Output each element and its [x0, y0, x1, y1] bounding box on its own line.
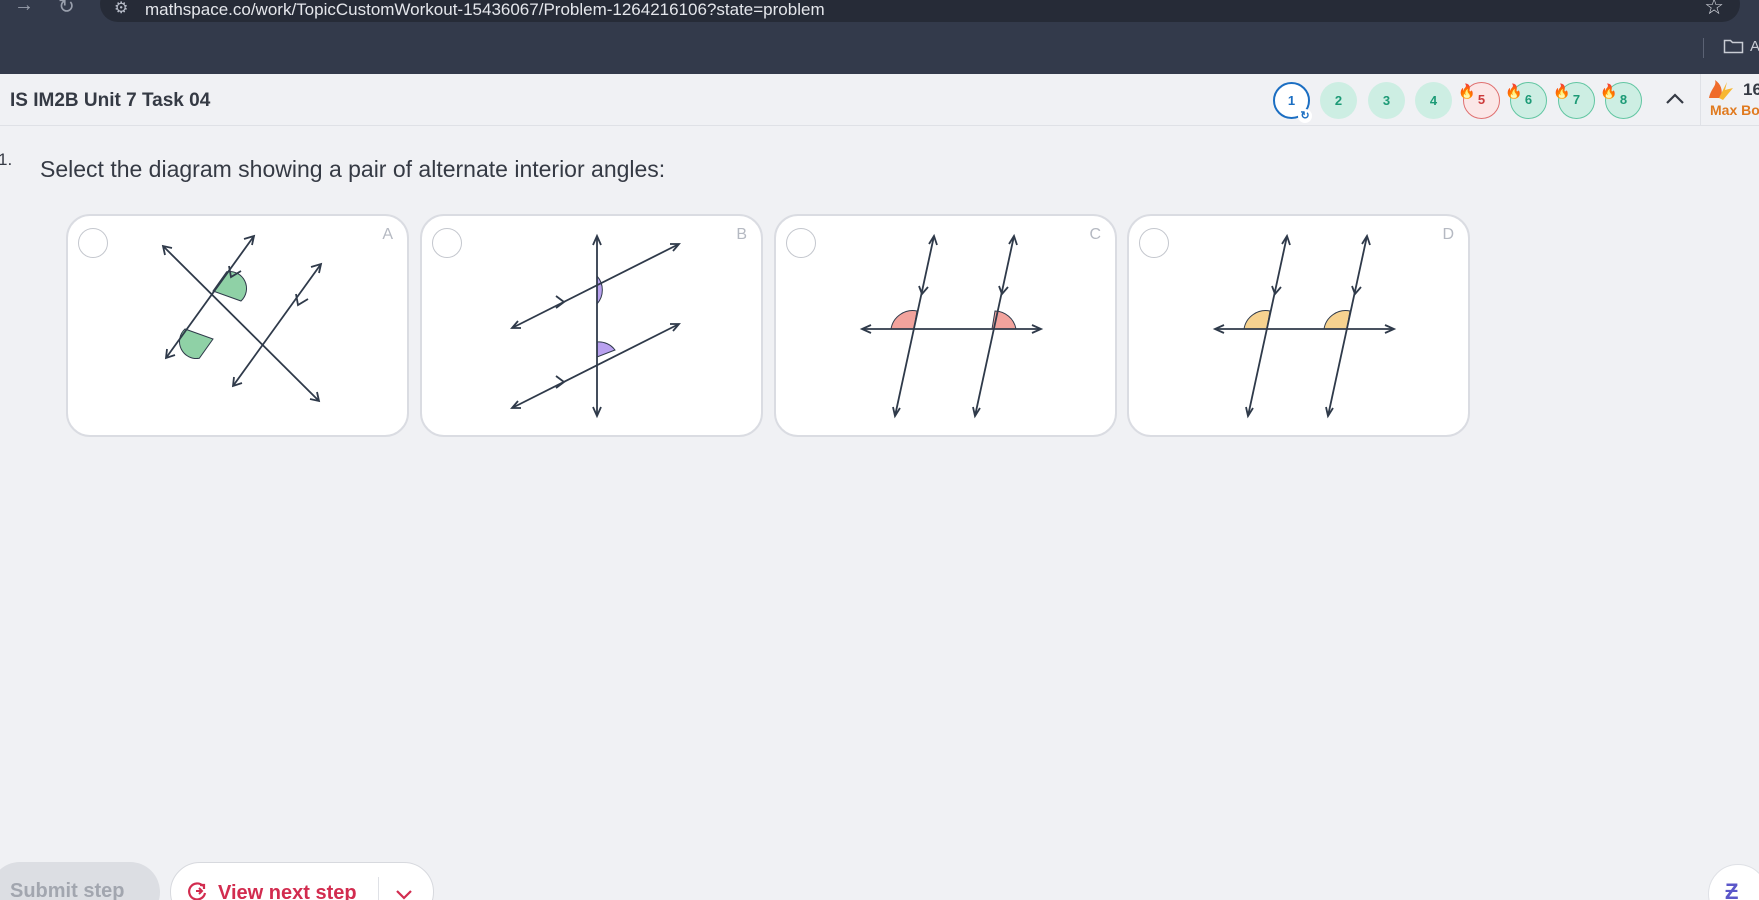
address-bar[interactable]: ⚙ mathspace.co/work/TopicCustomWorkout-1…: [100, 0, 1740, 22]
url-text[interactable]: mathspace.co/work/TopicCustomWorkout-154…: [145, 0, 825, 20]
browser-chrome: → ↻ ⚙ mathspace.co/work/TopicCustomWorko…: [0, 0, 1759, 74]
refresh-icon: ↻: [1298, 109, 1312, 123]
question-nav-label: 5: [1477, 92, 1486, 107]
question-nav-label: 2: [1334, 93, 1343, 108]
question-number: 1.: [0, 150, 13, 169]
choice-b-radio[interactable]: [432, 228, 462, 258]
question-nav-8[interactable]: 🔥 8: [1600, 82, 1642, 119]
angle-marker-d2: [1323, 310, 1351, 330]
question-nav-5[interactable]: 🔥 5: [1458, 82, 1500, 119]
reload-icon[interactable]: ↻: [58, 0, 75, 19]
chevron-down-icon[interactable]: [393, 883, 415, 900]
assistant-icon: Ƶ: [1725, 879, 1739, 900]
next-step-icon: [188, 882, 207, 900]
choice-c-radio[interactable]: [786, 228, 816, 258]
bookmarks-divider: [1703, 38, 1704, 58]
choice-a-radio[interactable]: [78, 228, 108, 258]
question-nav-label: 3: [1382, 93, 1391, 108]
question-nav-6[interactable]: 🔥 6: [1505, 82, 1547, 119]
diagram-c: [859, 233, 1044, 419]
forward-icon[interactable]: →: [14, 0, 34, 17]
submit-step-button[interactable]: Submit step: [0, 862, 160, 900]
site-info-icon[interactable]: ⚙: [114, 0, 128, 18]
folder-icon[interactable]: [1723, 38, 1744, 54]
button-divider: [378, 877, 379, 900]
choice-a-letter: A: [382, 226, 393, 243]
question-nav-7[interactable]: 🔥 7: [1553, 82, 1595, 119]
angle-marker-b2: [596, 341, 616, 358]
question-prompt: Select the diagram showing a pair of alt…: [40, 156, 666, 182]
streak-label: Max Bo: [1710, 102, 1759, 118]
choice-d-radio[interactable]: [1139, 228, 1169, 258]
diagram-a: [161, 234, 323, 403]
streak-count: 16: [1743, 80, 1759, 99]
streak-divider: [1700, 74, 1701, 126]
question-nav-label: 1: [1287, 93, 1296, 108]
question-nav-1[interactable]: 1 ↻: [1273, 82, 1312, 123]
diagram-b: [510, 233, 681, 419]
choice-a[interactable]: A: [66, 214, 409, 437]
bookmark-star-icon[interactable]: ☆: [1704, 0, 1724, 20]
question-nav-label: 8: [1619, 92, 1628, 107]
choice-c-letter: C: [1089, 226, 1101, 243]
angle-marker-c1: [890, 310, 918, 330]
question-nav-label: 4: [1429, 93, 1438, 108]
bookmark-label[interactable]: A: [1750, 38, 1759, 55]
question-nav-label: 7: [1572, 92, 1581, 107]
choice-b[interactable]: B: [420, 214, 763, 437]
streak-flame-icon: [1709, 80, 1733, 100]
question-nav-2[interactable]: 2: [1320, 82, 1357, 119]
question-nav-4[interactable]: 4: [1415, 82, 1452, 119]
choice-c[interactable]: C: [774, 214, 1117, 437]
diagram-d: [1212, 233, 1397, 419]
choice-d-letter: D: [1442, 226, 1454, 243]
question-nav-label: 6: [1524, 92, 1533, 107]
task-header: IS IM2B Unit 7 Task 04 1 ↻ 2 3 4 🔥 5 🔥 6…: [0, 74, 1759, 126]
question-nav-3[interactable]: 3: [1368, 82, 1405, 119]
flame-icon: 🔥: [1553, 83, 1571, 99]
view-next-step-button[interactable]: View next step: [170, 862, 434, 900]
angle-marker-d1: [1243, 310, 1271, 330]
choice-d[interactable]: D: [1127, 214, 1470, 437]
chevron-up-icon[interactable]: [1664, 88, 1686, 110]
flame-icon: 🔥: [1505, 83, 1523, 99]
flame-icon: 🔥: [1600, 83, 1618, 99]
flame-icon: 🔥: [1458, 83, 1476, 99]
choice-b-letter: B: [736, 226, 747, 243]
task-title: IS IM2B Unit 7 Task 04: [10, 90, 211, 111]
view-next-step-label: View next step: [218, 882, 357, 900]
mathspace-assistant-button[interactable]: Ƶ: [1708, 864, 1759, 900]
